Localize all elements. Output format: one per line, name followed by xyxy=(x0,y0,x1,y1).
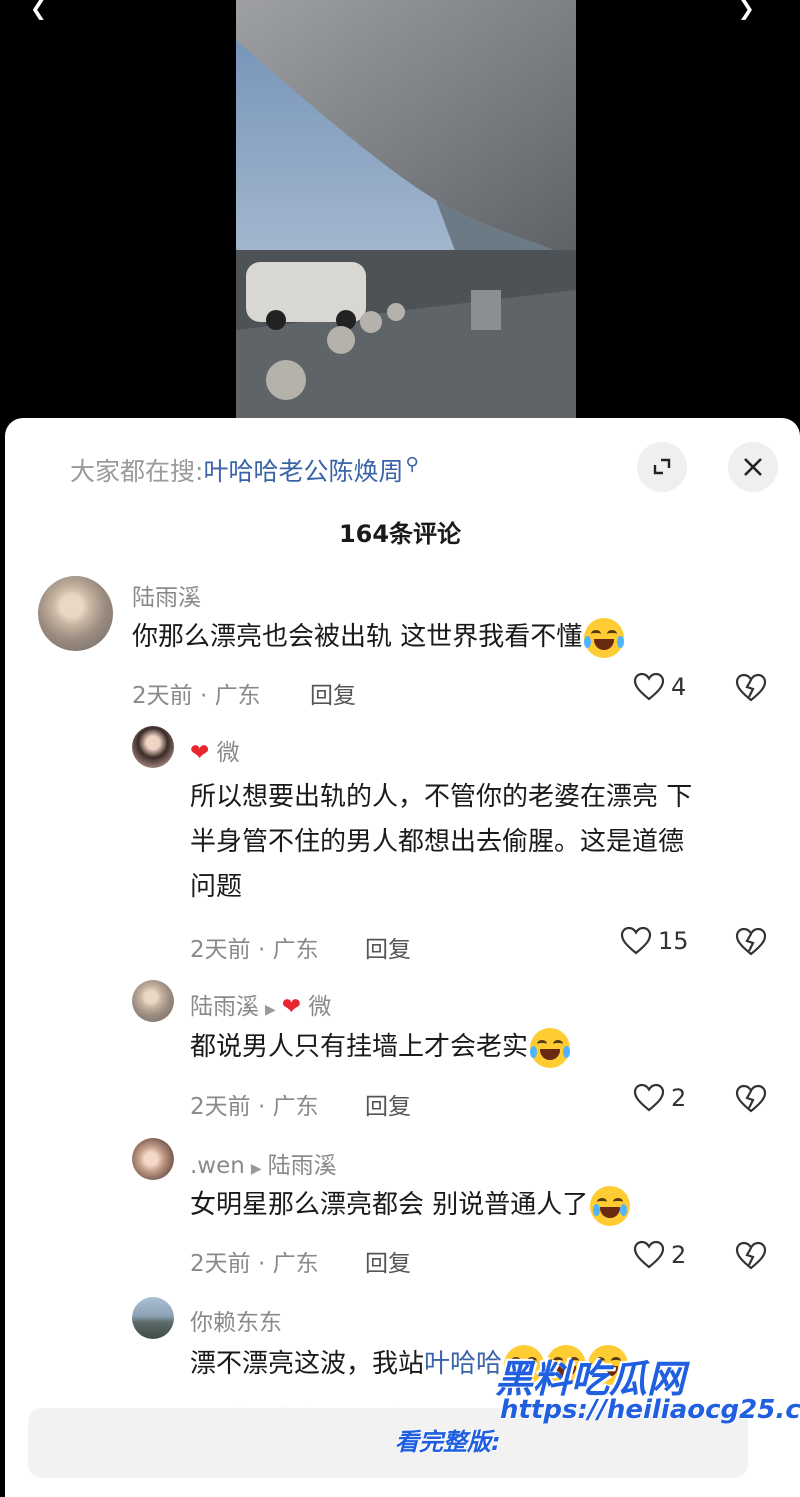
heart-outline-icon xyxy=(633,1240,665,1269)
reply-arrow-icon: ▶ xyxy=(250,1161,262,1177)
username-text: .wen xyxy=(190,1153,245,1179)
comment-text-line: 所以想要出轨的人，不管你的老婆在漂亮 下 xyxy=(190,782,693,812)
broken-heart-icon xyxy=(735,1084,767,1113)
video-player[interactable]: ❮ ❯ xyxy=(0,0,800,430)
like-button[interactable]: 2 xyxy=(633,1240,686,1270)
avatar[interactable] xyxy=(132,1297,174,1339)
search-icon: ⚲ xyxy=(405,453,419,475)
heart-outline-icon xyxy=(620,926,652,955)
reply-to-username: 微 xyxy=(308,994,332,1020)
close-icon xyxy=(744,458,762,476)
watermark-label: 看完整版: xyxy=(395,1428,501,1456)
red-heart-icon: ❤ xyxy=(190,740,210,766)
comment-meta: 2天前 · 广东 xyxy=(190,1094,319,1120)
comment-text-content: 女明星那么漂亮都会 别说普通人了 xyxy=(190,1190,589,1220)
like-count: 15 xyxy=(658,927,689,955)
watermark-url: https://heiliaocg25.com xyxy=(500,1395,800,1425)
back-chevron-icon[interactable]: ❮ xyxy=(30,0,47,20)
comment-username[interactable]: 陆雨溪 ▶ ❤ 微 xyxy=(190,987,331,1021)
collapse-button[interactable] xyxy=(637,442,687,492)
like-count: 4 xyxy=(671,673,687,701)
avatar[interactable] xyxy=(132,980,174,1022)
airport-scene-image xyxy=(236,0,576,420)
comment-text: 都说男人只有挂墙上才会老实 xyxy=(190,1025,571,1070)
comment-username[interactable]: .wen ▶ 陆雨溪 xyxy=(190,1146,337,1180)
reply-to-username: 陆雨溪 xyxy=(267,1153,337,1179)
broken-heart-icon xyxy=(735,1241,767,1270)
comment-meta: 2天前 · 广东 xyxy=(190,937,319,963)
comment-meta: 2天前 · 广东 xyxy=(132,683,261,709)
red-heart-icon: ❤ xyxy=(281,994,302,1020)
dislike-button[interactable] xyxy=(735,673,767,707)
laughing-crying-emoji-icon xyxy=(584,617,625,658)
collapse-icon xyxy=(653,458,671,475)
reply-button[interactable]: 回复 xyxy=(365,1244,411,1278)
search-prefix: 大家都在搜: xyxy=(70,457,204,486)
dislike-button[interactable] xyxy=(735,1241,767,1275)
like-button[interactable]: 4 xyxy=(633,672,686,702)
close-button[interactable] xyxy=(728,442,778,492)
search-suggestion[interactable]: 大家都在搜: 叶哈哈老公陈焕周 ⚲ xyxy=(70,450,419,490)
like-count: 2 xyxy=(671,1241,687,1269)
laughing-crying-emoji-icon xyxy=(530,1027,571,1068)
comment-text-line: 半身管不住的男人都想出去偷腥。这是道德 xyxy=(190,827,685,857)
broken-heart-icon xyxy=(735,927,767,956)
heart-outline-icon xyxy=(633,672,665,701)
screen: ❮ ❯ 大家都在搜: 叶哈哈老公陈焕周 ⚲ 164条评论 陆雨溪 你那么漂亮也会… xyxy=(0,0,800,1497)
username-text: 微 xyxy=(216,740,240,766)
avatar[interactable] xyxy=(38,576,113,651)
more-chevron-icon[interactable]: ❯ xyxy=(738,0,755,20)
avatar[interactable] xyxy=(132,1138,174,1180)
like-button[interactable]: 15 xyxy=(620,926,689,956)
comment-count: 164条评论 xyxy=(338,520,462,548)
comment-text-content: 你那么漂亮也会被出轨 这世界我看不懂 xyxy=(132,622,583,652)
reply-button[interactable]: 回复 xyxy=(310,676,356,710)
mention-link[interactable]: 叶哈哈 xyxy=(424,1349,502,1379)
comment-text: 女明星那么漂亮都会 别说普通人了 xyxy=(190,1183,631,1228)
avatar[interactable] xyxy=(132,726,174,768)
video-frame[interactable] xyxy=(236,0,576,420)
comment-text: 你那么漂亮也会被出轨 这世界我看不懂 xyxy=(132,615,625,660)
broken-heart-icon xyxy=(735,673,767,702)
comment-text-line: 问题 xyxy=(190,872,243,902)
heart-outline-icon xyxy=(633,1083,665,1112)
comment-username[interactable]: 你赖东东 xyxy=(190,1303,282,1337)
dislike-button[interactable] xyxy=(735,1084,767,1118)
comment-text-content: 漂不漂亮这波，我站 xyxy=(190,1349,425,1379)
comment-username[interactable]: ❤ 微 xyxy=(190,733,240,767)
reply-button[interactable]: 回复 xyxy=(365,930,411,964)
like-button[interactable]: 2 xyxy=(633,1083,686,1113)
crying-emoji-icon xyxy=(590,1185,631,1226)
comment-meta: 2天前 · 广东 xyxy=(190,1251,319,1277)
dislike-button[interactable] xyxy=(735,927,767,961)
search-term-link[interactable]: 叶哈哈老公陈焕周 xyxy=(203,452,403,488)
like-count: 2 xyxy=(671,1084,687,1112)
comment-text: 所以想要出轨的人，不管你的老婆在漂亮 下 半身管不住的男人都想出去偷腥。这是道德… xyxy=(190,775,692,910)
comment-text-content: 都说男人只有挂墙上才会老实 xyxy=(190,1032,529,1062)
username-text: 陆雨溪 xyxy=(190,994,259,1020)
reply-button[interactable]: 回复 xyxy=(365,1087,411,1121)
comment-username[interactable]: 陆雨溪 xyxy=(132,578,201,612)
reply-arrow-icon: ▶ xyxy=(265,1002,276,1018)
